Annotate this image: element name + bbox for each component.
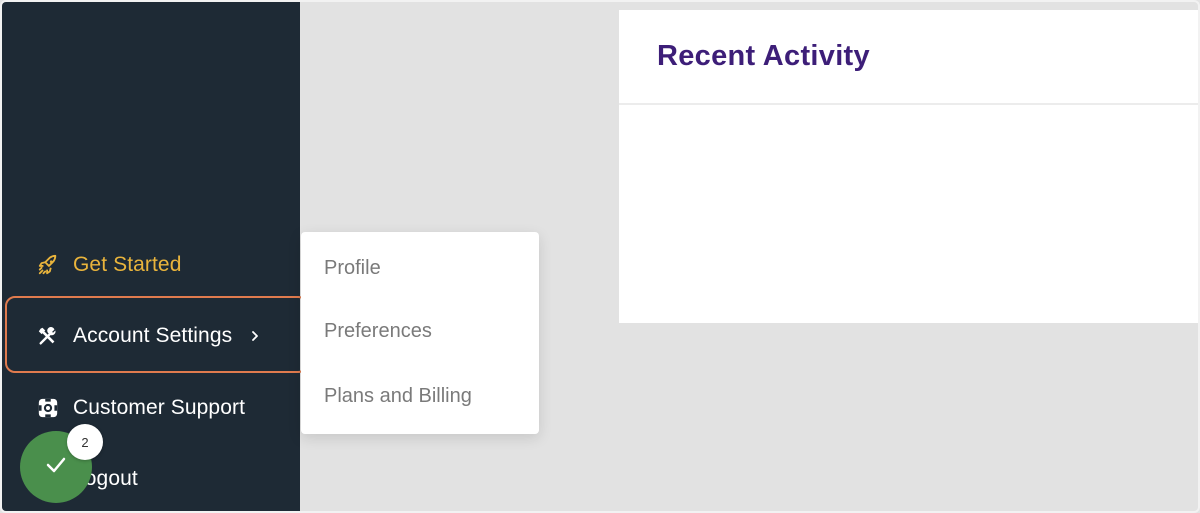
notification-badge: 2 bbox=[67, 424, 103, 460]
rocket-icon bbox=[36, 253, 60, 277]
submenu-item-plans-billing[interactable]: Plans and Billing bbox=[324, 385, 472, 408]
sidebar-item-label: Get Started bbox=[73, 253, 182, 276]
sidebar-item-label: Customer Support bbox=[73, 396, 246, 419]
sidebar-item-get-started[interactable]: Get Started bbox=[2, 243, 300, 287]
lifebuoy-icon bbox=[36, 396, 60, 420]
card-header: Recent Activity bbox=[619, 10, 1198, 105]
check-icon bbox=[41, 450, 71, 485]
sidebar-item-customer-support[interactable]: Customer Support bbox=[2, 386, 300, 430]
app-frame: Get Started Account Settings Customer Su… bbox=[0, 0, 1200, 513]
submenu-item-profile[interactable]: Profile bbox=[324, 257, 381, 280]
card-title: Recent Activity bbox=[657, 40, 870, 72]
focus-highlight bbox=[5, 296, 308, 373]
recent-activity-card: Recent Activity bbox=[619, 10, 1198, 323]
account-settings-submenu: Profile Preferences Plans and Billing bbox=[301, 232, 539, 434]
submenu-item-preferences[interactable]: Preferences bbox=[324, 320, 432, 343]
